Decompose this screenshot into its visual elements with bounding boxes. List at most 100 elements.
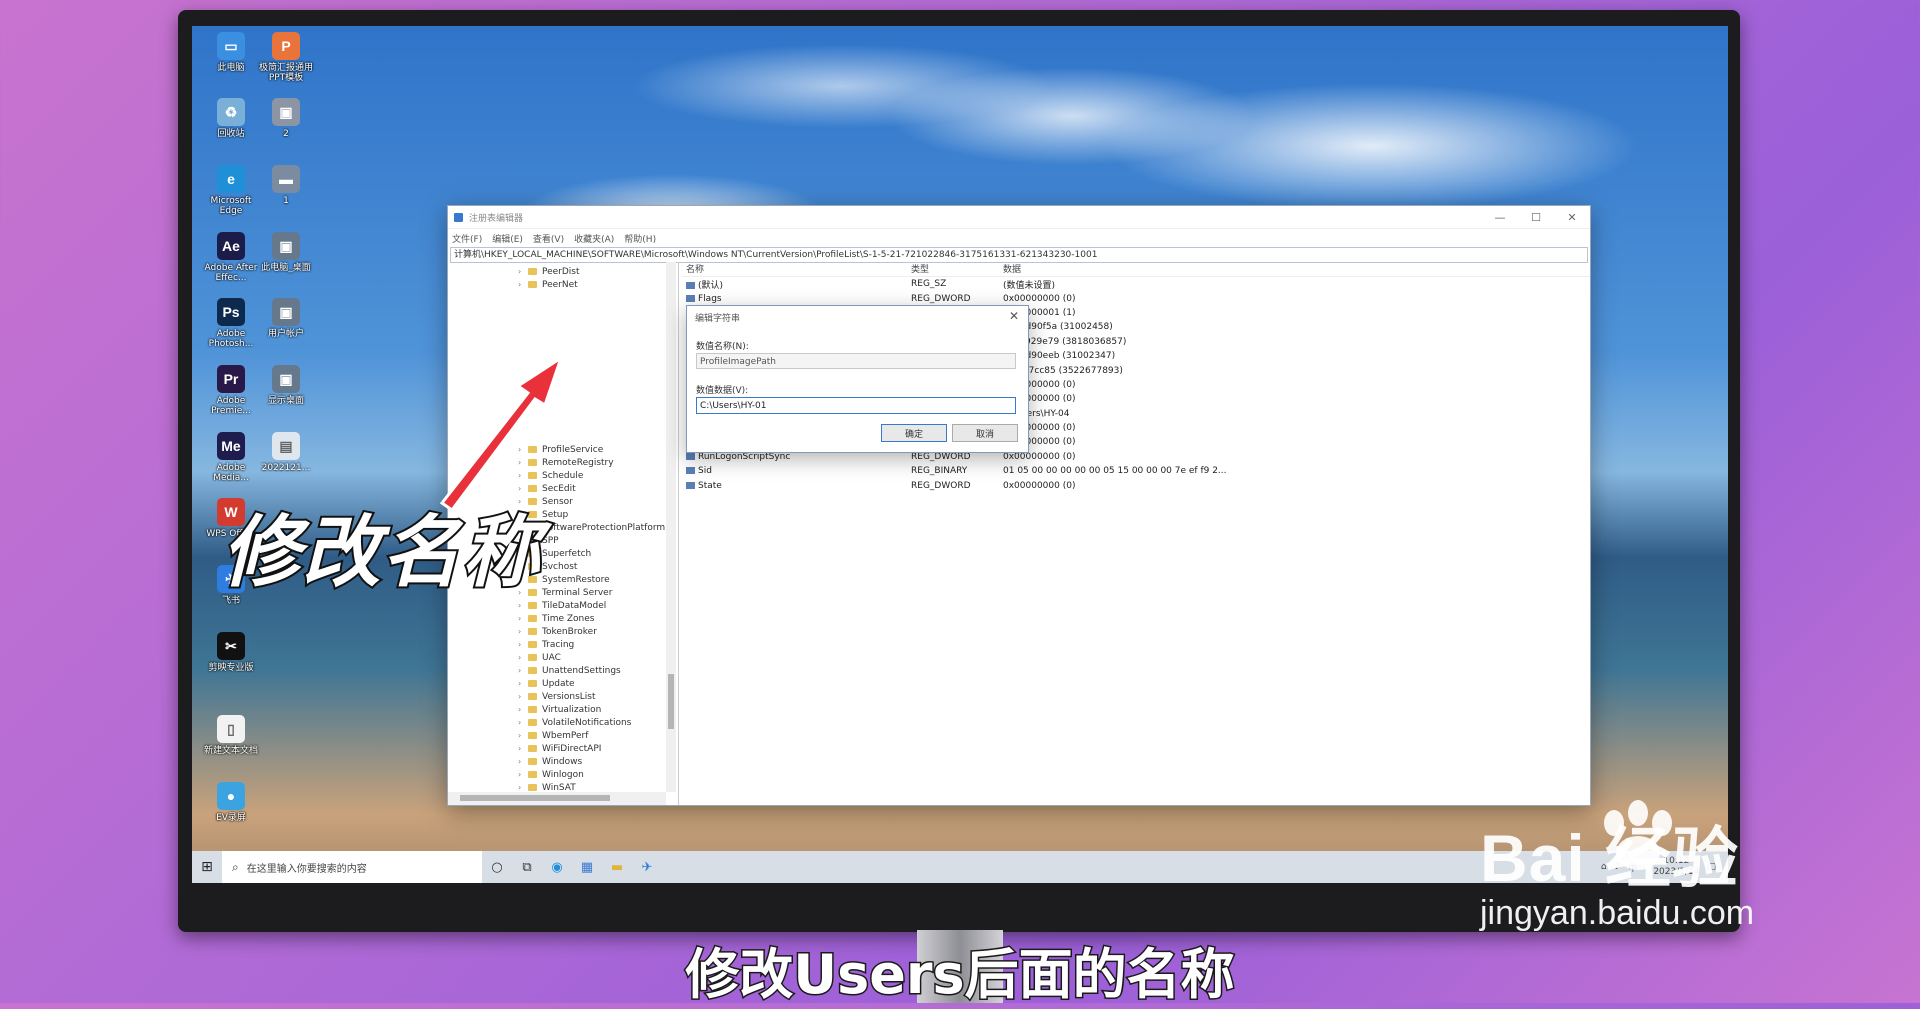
column-header-name[interactable]: 名称 bbox=[682, 262, 911, 276]
menu-favorites[interactable]: 收藏夹(A) bbox=[574, 232, 614, 245]
address-bar[interactable]: 计算机\HKEY_LOCAL_MACHINE\SOFTWARE\Microsof… bbox=[450, 247, 1588, 263]
cancel-button[interactable]: 取消 bbox=[952, 424, 1018, 442]
desktop-icon-label: Adobe Media... bbox=[213, 463, 249, 483]
desktop-icon[interactable]: Pr Adobe Premie... bbox=[200, 365, 262, 416]
chevron-right-icon[interactable]: › bbox=[518, 471, 528, 480]
registry-value-icon bbox=[686, 467, 695, 475]
chevron-right-icon[interactable]: › bbox=[518, 757, 528, 766]
folder-icon bbox=[528, 446, 537, 453]
desktop-icon[interactable]: ▯ 新建文本文档 bbox=[200, 715, 262, 756]
tree-key[interactable]: › Virtualization bbox=[518, 703, 601, 716]
tree-key[interactable]: › PeerNet bbox=[518, 278, 578, 291]
desktop-icon[interactable]: ▣ 2 bbox=[255, 98, 317, 139]
desktop-icon-glyph: ▤ bbox=[272, 432, 300, 460]
tree-vertical-scrollbar[interactable] bbox=[666, 262, 676, 792]
tree-key[interactable]: › Winlogon bbox=[518, 768, 584, 781]
value-type: REG_DWORD bbox=[911, 293, 971, 304]
window-controls: — ☐ ✕ bbox=[1482, 206, 1590, 228]
chevron-right-icon[interactable]: › bbox=[518, 783, 528, 792]
start-button[interactable]: ⊞ bbox=[192, 851, 222, 883]
tree-key[interactable]: › PeerDist bbox=[518, 265, 580, 278]
desktop-icon[interactable]: ▭ 此电脑 bbox=[200, 32, 262, 73]
desktop-icon[interactable]: e Microsoft Edge bbox=[200, 165, 262, 216]
chevron-right-icon[interactable]: › bbox=[518, 770, 528, 779]
folder-icon bbox=[528, 472, 537, 479]
column-header-type[interactable]: 类型 bbox=[911, 262, 1003, 276]
cortana-icon[interactable]: ○ bbox=[482, 851, 512, 883]
maximize-button[interactable]: ☐ bbox=[1518, 206, 1554, 228]
tree-key[interactable]: › Schedule bbox=[518, 469, 583, 482]
minimize-button[interactable]: — bbox=[1482, 206, 1518, 228]
chevron-right-icon[interactable]: › bbox=[518, 445, 528, 454]
menu-help[interactable]: 帮助(H) bbox=[624, 232, 656, 245]
value-row[interactable]: (默认) REG_SZ (数值未设置) bbox=[682, 277, 1590, 291]
file-explorer-icon[interactable]: ▬ bbox=[602, 851, 632, 883]
regedit-taskbar-icon[interactable]: ▦ bbox=[572, 851, 602, 883]
desktop-icon[interactable]: ✂ 剪映专业版 bbox=[200, 632, 262, 673]
tree-key[interactable]: › WbemPerf bbox=[518, 729, 588, 742]
tree-key[interactable]: › RemoteRegistry bbox=[518, 456, 614, 469]
menu-edit[interactable]: 编辑(E) bbox=[492, 232, 523, 245]
ok-button[interactable]: 确定 bbox=[881, 424, 947, 442]
desktop-icon[interactable]: P 极简汇报通用PPT模板 bbox=[255, 32, 317, 83]
desktop-icon-glyph: ▣ bbox=[272, 232, 300, 260]
tree-key-label: Virtualization bbox=[542, 704, 602, 715]
menu-view[interactable]: 查看(V) bbox=[533, 232, 564, 245]
desktop-icon[interactable]: ● EV录屏 bbox=[200, 782, 262, 823]
feishu-taskbar-icon[interactable]: ✈ bbox=[632, 851, 662, 883]
menu-file[interactable]: 文件(F) bbox=[452, 232, 482, 245]
tree-key[interactable]: › ProfileService bbox=[518, 443, 603, 456]
tree-key[interactable]: › VolatileNotifications bbox=[518, 716, 631, 729]
chevron-right-icon[interactable]: › bbox=[518, 705, 528, 714]
value-data-field[interactable]: C:\Users\HY-01 bbox=[696, 397, 1016, 414]
tree-key-label: Time Zones bbox=[542, 613, 595, 624]
tree-key[interactable]: › VersionsList bbox=[518, 690, 596, 703]
chevron-right-icon[interactable]: › bbox=[518, 653, 528, 662]
taskbar-search-box[interactable]: ⌕ 在这里输入你要搜索的内容 bbox=[222, 851, 482, 883]
desktop-icon[interactable]: Me Adobe Media... bbox=[200, 432, 262, 483]
desktop-icon[interactable]: ▣ 显示桌面 bbox=[255, 365, 317, 406]
chevron-right-icon[interactable]: › bbox=[518, 679, 528, 688]
chevron-right-icon[interactable]: › bbox=[518, 692, 528, 701]
chevron-right-icon[interactable]: › bbox=[518, 666, 528, 675]
chevron-right-icon[interactable]: › bbox=[518, 640, 528, 649]
tree-horizontal-scrollbar[interactable] bbox=[448, 792, 666, 805]
value-row[interactable]: State REG_DWORD 0x00000000 (0) bbox=[682, 478, 1590, 492]
chevron-right-icon[interactable]: › bbox=[518, 267, 528, 276]
desktop-icon[interactable]: Ae Adobe After Effec... bbox=[200, 232, 262, 283]
chevron-right-icon[interactable]: › bbox=[518, 614, 528, 623]
tree-key-label: ProfileService bbox=[542, 444, 604, 455]
value-name-field[interactable]: ProfileImagePath bbox=[696, 353, 1016, 369]
chevron-right-icon[interactable]: › bbox=[518, 280, 528, 289]
desktop-icon[interactable]: ♻ 回收站 bbox=[200, 98, 262, 139]
tree-key[interactable]: › UAC bbox=[518, 651, 561, 664]
value-row[interactable]: Sid REG_BINARY 01 05 00 00 00 00 00 05 15 … bbox=[682, 464, 1590, 478]
desktop-icon[interactable]: ▣ 用户帐户 bbox=[255, 298, 317, 339]
chevron-right-icon[interactable]: › bbox=[518, 601, 528, 610]
tree-key[interactable]: › TokenBroker bbox=[518, 625, 597, 638]
close-button[interactable]: ✕ bbox=[1554, 206, 1590, 228]
tree-key[interactable]: › Tracing bbox=[518, 638, 574, 651]
desktop-icon[interactable]: Ps Adobe Photosh... bbox=[200, 298, 262, 349]
dialog-close-button[interactable]: ✕ bbox=[1009, 309, 1019, 323]
desktop-icon[interactable]: ▬ 1 bbox=[255, 165, 317, 206]
tree-key[interactable]: › Windows bbox=[518, 755, 582, 768]
desktop-icon-label: 此电脑 bbox=[217, 63, 245, 73]
chevron-right-icon[interactable]: › bbox=[518, 744, 528, 753]
chevron-right-icon[interactable]: › bbox=[518, 718, 528, 727]
value-type: REG_DWORD bbox=[911, 451, 971, 462]
chevron-right-icon[interactable]: › bbox=[518, 627, 528, 636]
tree-key[interactable]: › UnattendSettings bbox=[518, 664, 621, 677]
tree-key[interactable]: › Time Zones bbox=[518, 612, 595, 625]
tree-key[interactable]: › Update bbox=[518, 677, 575, 690]
edge-taskbar-icon[interactable]: ◉ bbox=[542, 851, 572, 883]
task-view-icon[interactable]: ⧉ bbox=[512, 851, 542, 883]
desktop-icon[interactable]: ▣ 此电脑_桌面 bbox=[255, 232, 317, 273]
chevron-right-icon[interactable]: › bbox=[518, 458, 528, 467]
desktop-icon[interactable]: ▤ 2022121... bbox=[255, 432, 317, 473]
value-row[interactable]: Flags REG_DWORD 0x00000000 (0) bbox=[682, 291, 1590, 305]
tree-key-label: WiFiDirectAPI bbox=[542, 743, 602, 754]
chevron-right-icon[interactable]: › bbox=[518, 731, 528, 740]
tree-key[interactable]: › WiFiDirectAPI bbox=[518, 742, 601, 755]
column-header-data[interactable]: 数据 bbox=[1003, 262, 1021, 276]
